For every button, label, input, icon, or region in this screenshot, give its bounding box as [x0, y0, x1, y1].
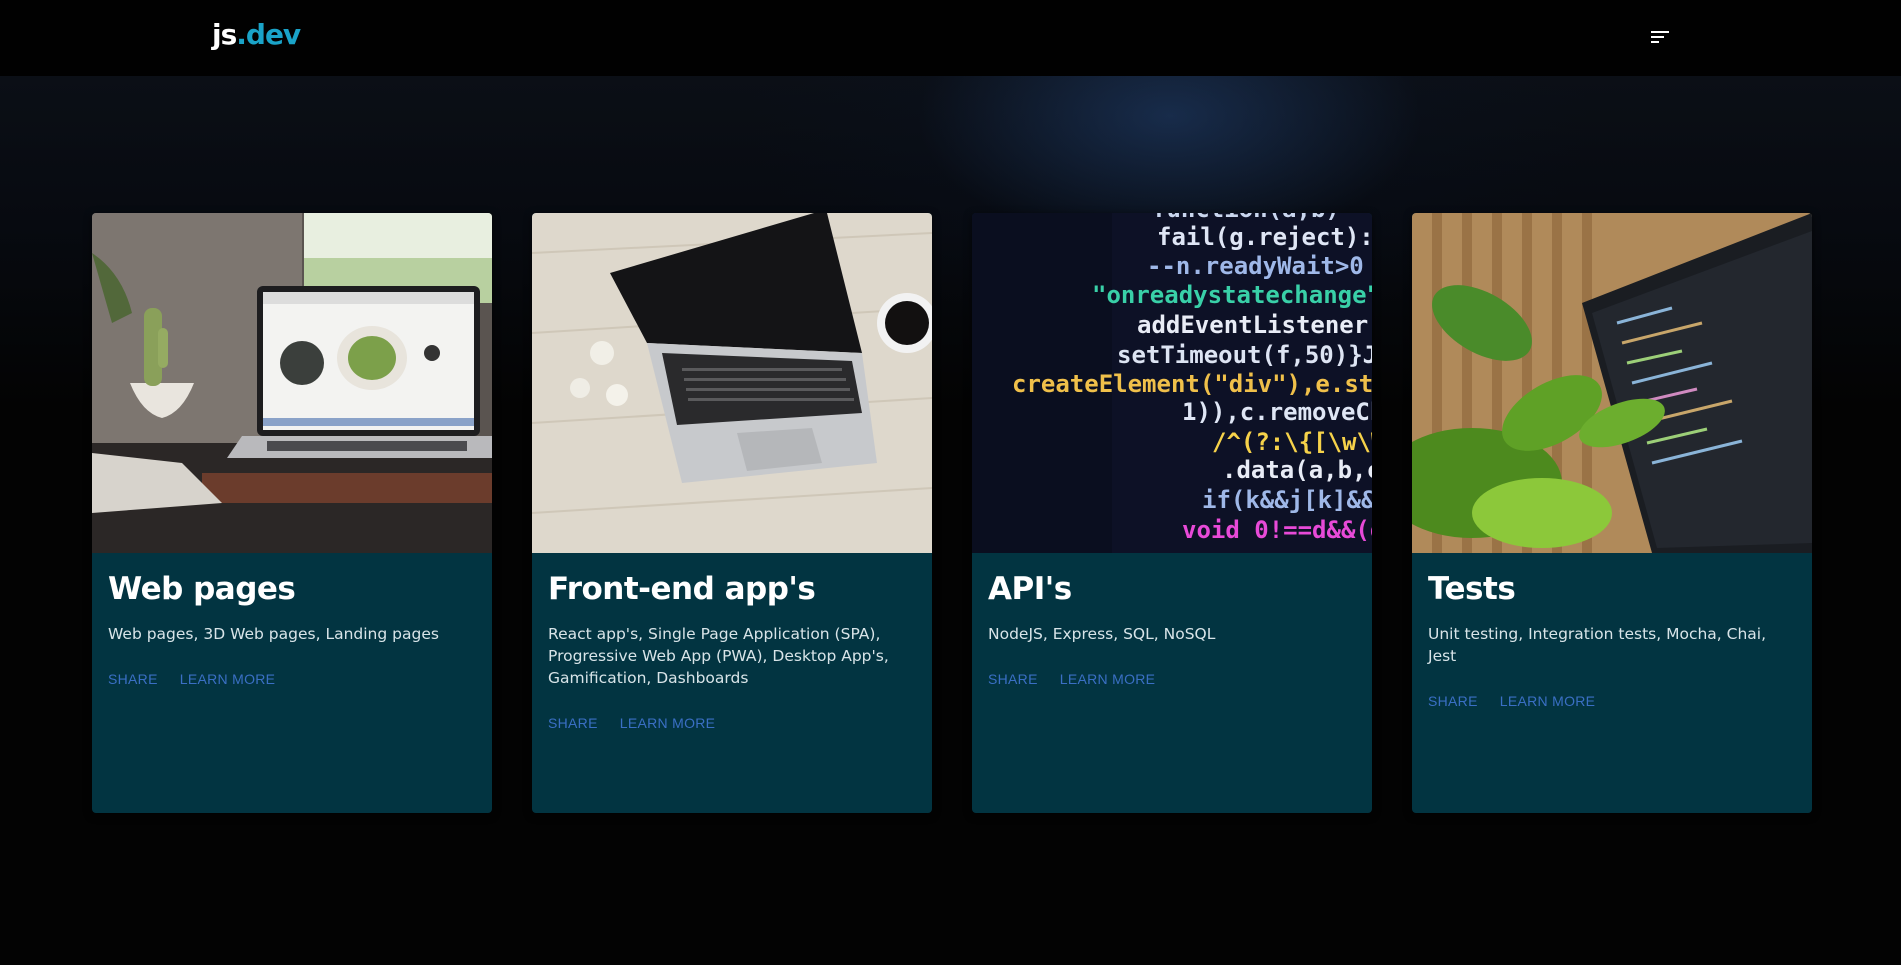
- logo[interactable]: js.dev: [212, 18, 301, 51]
- card-body: API's NodeJS, Express, SQL, NoSQL SHARE …: [972, 553, 1372, 687]
- laptop-with-plant-photo: [92, 213, 492, 553]
- code-line: if(k&&j[k]&&(e: [1202, 486, 1372, 514]
- card-actions: SHARE LEARN MORE: [1428, 693, 1796, 709]
- monitor-with-plant-photo: [1412, 213, 1812, 553]
- code-line: 1)),c.removeCh: [1182, 398, 1372, 426]
- card-actions: SHARE LEARN MORE: [988, 671, 1356, 687]
- learn-more-button[interactable]: LEARN MORE: [620, 715, 716, 731]
- service-card-web-pages: Web pages Web pages, 3D Web pages, Landi…: [92, 213, 492, 813]
- card-title: Tests: [1428, 571, 1516, 607]
- service-card-tests: Tests Unit testing, Integration tests, M…: [1412, 213, 1812, 813]
- card-description: NodeJS, Express, SQL, NoSQL: [988, 625, 1216, 643]
- code-line: void 0!==d&&(g[n: [1182, 516, 1372, 544]
- card-body: Tests Unit testing, Integration tests, M…: [1412, 553, 1812, 709]
- card-description: Unit testing, Integration tests, Mocha, …: [1428, 625, 1767, 665]
- learn-more-button[interactable]: LEARN MORE: [1500, 693, 1596, 709]
- laptop-on-desk-photo: [532, 213, 932, 553]
- share-button[interactable]: SHARE: [1428, 693, 1478, 709]
- card-description: Web pages, 3D Web pages, Landing pages: [108, 625, 439, 643]
- code-line: fail(g.reject):--f: [1157, 223, 1372, 251]
- code-line: "onreadystatechange",K): [1092, 281, 1372, 309]
- code-line: .data(a,b,c)}: [1222, 456, 1372, 484]
- learn-more-button[interactable]: LEARN MORE: [180, 671, 276, 687]
- logo-accent: .dev: [236, 18, 301, 51]
- top-navbar: js.dev: [0, 0, 1901, 76]
- code-line: function(a,b): [1152, 213, 1340, 223]
- card-title: Web pages: [108, 571, 296, 607]
- menu-icon: [1651, 31, 1669, 43]
- code-line: setTimeout(f,50)}J(),: [1117, 341, 1372, 369]
- service-card-apis: function(a,b) fail(g.reject):--f --n.rea…: [972, 213, 1372, 813]
- share-button[interactable]: SHARE: [988, 671, 1038, 687]
- code-line: createElement("div"),e.style.: [1012, 370, 1372, 398]
- card-actions: SHARE LEARN MORE: [548, 715, 916, 731]
- code-screen-photo: function(a,b) fail(g.reject):--f --n.rea…: [972, 213, 1372, 553]
- menu-button[interactable]: [1648, 25, 1672, 49]
- learn-more-button[interactable]: LEARN MORE: [1060, 671, 1156, 687]
- service-card-front-end-apps: Front-end app's React app's, Single Page…: [532, 213, 932, 813]
- logo-main: js: [212, 18, 237, 51]
- share-button[interactable]: SHARE: [108, 671, 158, 687]
- code-line: --n.readyWait>0: [1147, 252, 1364, 280]
- code-line: addEventListener("DO: [1137, 311, 1372, 339]
- card-body: Web pages Web pages, 3D Web pages, Landi…: [92, 553, 492, 687]
- card-body: Front-end app's React app's, Single Page…: [532, 553, 932, 731]
- services-card-list: Web pages Web pages, 3D Web pages, Landi…: [92, 213, 1812, 813]
- code-line: /^(?:\{[\w\W]: [1212, 428, 1372, 456]
- card-title: Front-end app's: [548, 571, 816, 607]
- share-button[interactable]: SHARE: [548, 715, 598, 731]
- card-title: API's: [988, 571, 1072, 607]
- card-description: React app's, Single Page Application (SP…: [548, 625, 889, 687]
- card-actions: SHARE LEARN MORE: [108, 671, 476, 687]
